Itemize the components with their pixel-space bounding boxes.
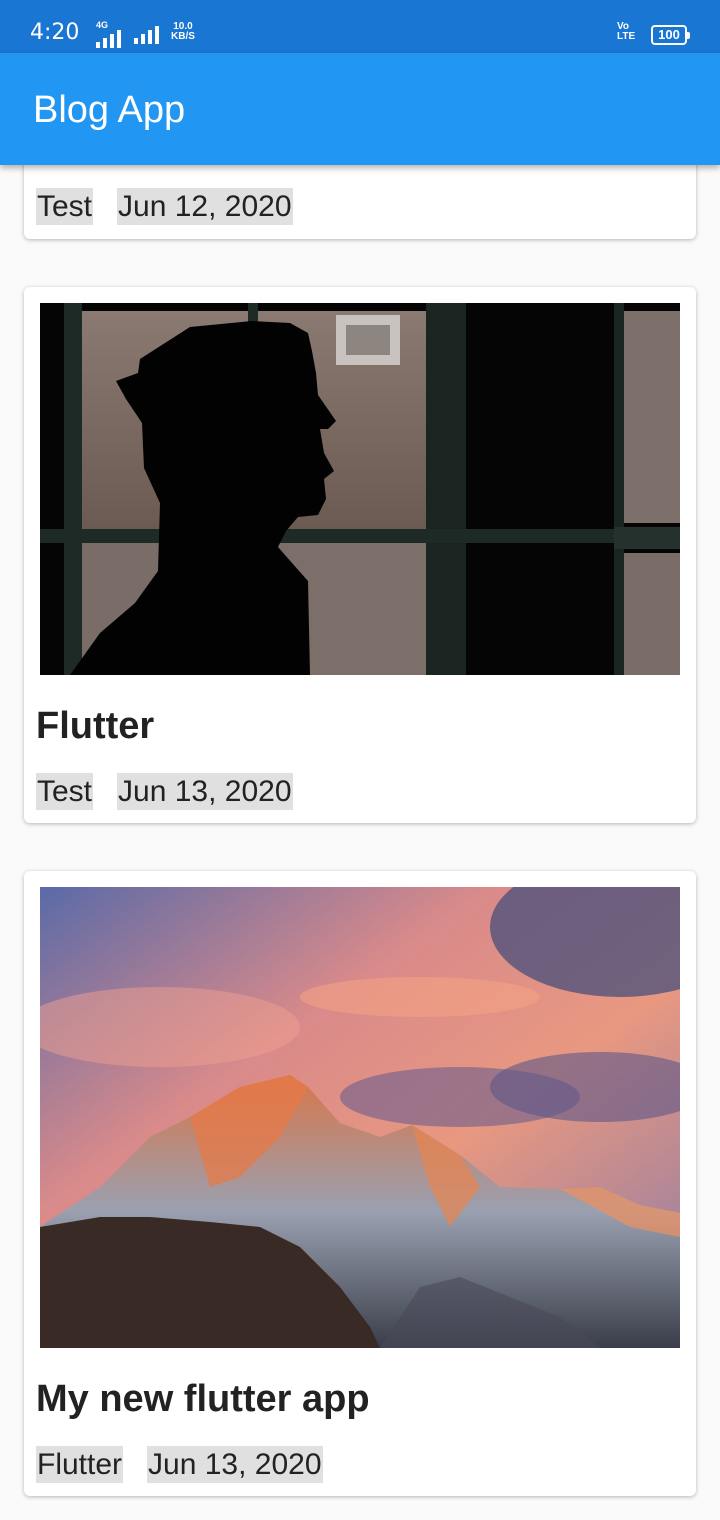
post-title: My new flutter app	[36, 1378, 370, 1420]
post-date: Jun 12, 2020	[117, 188, 293, 225]
post-card[interactable]: Flutter Test Jun 13, 2020	[24, 287, 696, 823]
app-bar: Blog App	[0, 53, 720, 165]
post-author: Test	[36, 773, 94, 810]
post-card[interactable]: My new flutter app Flutter Jun 13, 2020	[24, 871, 696, 1496]
post-meta: Test Jun 12, 2020	[36, 188, 293, 225]
mountain-sunset-image	[40, 887, 680, 1348]
status-bar: 4:20 4G 10.0 KB/S Vo LTE 100	[0, 0, 720, 53]
app-title: Blog App	[33, 89, 186, 131]
post-date: Jun 13, 2020	[117, 773, 293, 810]
signal-icon	[96, 30, 121, 48]
volte-icon: Vo LTE	[617, 21, 636, 42]
signal-icon-2	[134, 26, 159, 44]
battery-icon: 100	[651, 25, 690, 45]
post-title: Flutter	[36, 705, 155, 747]
post-meta: Test Jun 13, 2020	[36, 773, 293, 810]
post-card[interactable]: Test Jun 12, 2020	[24, 165, 696, 239]
network-type: 4G	[96, 20, 109, 30]
post-feed[interactable]: Test Jun 12, 2020 Flutter Test Jun 13, 2…	[0, 165, 720, 1520]
post-meta: Flutter Jun 13, 2020	[36, 1446, 323, 1483]
post-author: Flutter	[36, 1446, 124, 1483]
post-author: Test	[36, 188, 94, 225]
network-speed: 10.0 KB/S	[171, 21, 195, 42]
clock: 4:20	[30, 20, 80, 45]
post-date: Jun 13, 2020	[147, 1446, 323, 1483]
silhouette-officer-window-image	[40, 303, 680, 675]
